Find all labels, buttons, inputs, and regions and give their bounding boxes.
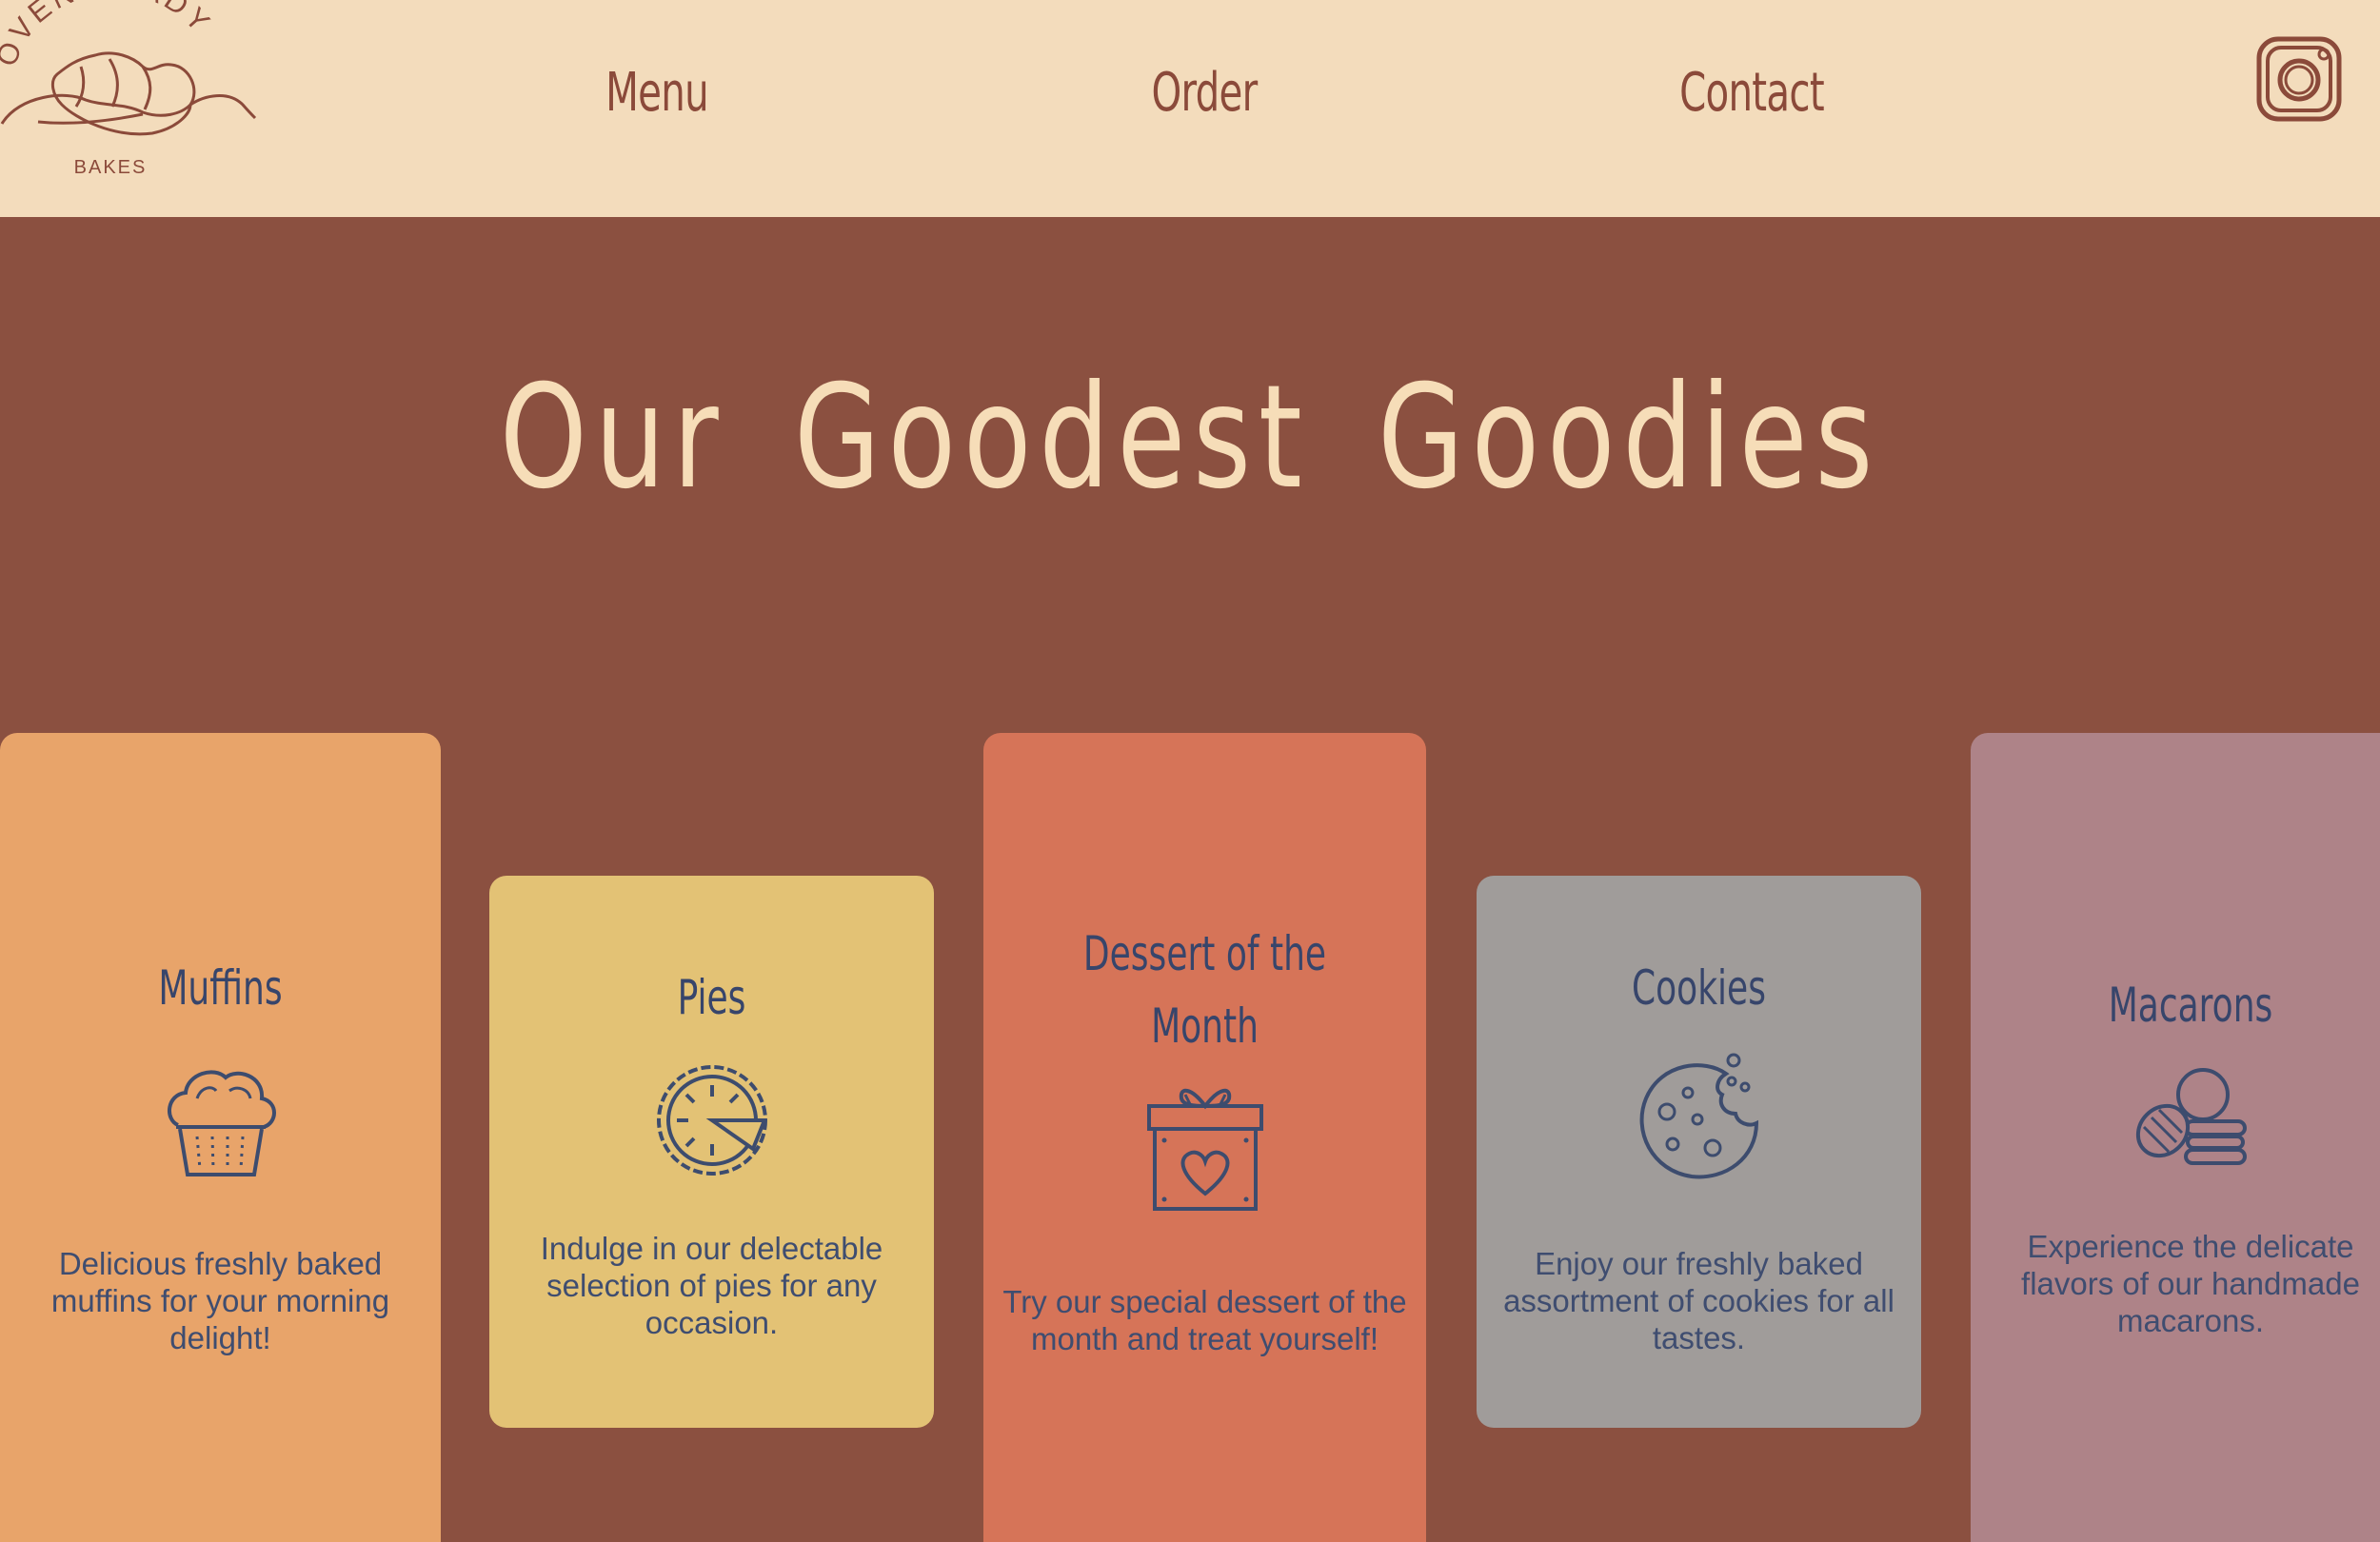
card-description: Try our special dessert of the month and…: [1002, 1284, 1407, 1356]
site-header: OVEN READY BAKES Menu Order Contact: [0, 0, 2380, 217]
macarons-icon: [2131, 1068, 2251, 1173]
card-title: Dessert of the Month: [1082, 926, 1327, 1054]
logo-sub-text: BAKES: [74, 157, 148, 178]
instagram-icon[interactable]: [2256, 36, 2342, 122]
card-cookies[interactable]: Cookies Enjoy our freshly baked assortme…: [1477, 876, 1921, 1428]
nav-order-link[interactable]: Order: [1101, 55, 1307, 131]
brand-logo[interactable]: OVEN READY BAKES: [0, 0, 259, 181]
page-title: Our Goodest Goodies: [499, 355, 1881, 521]
nav-menu-link[interactable]: Menu: [554, 55, 760, 131]
card-title: Pies: [677, 970, 746, 1025]
cookie-icon: [1633, 1053, 1766, 1186]
card-macarons[interactable]: Macarons Experience the delicate flavors…: [1971, 733, 2380, 1542]
gift-heart-icon: [1143, 1081, 1267, 1215]
pie-icon: [650, 1058, 774, 1182]
card-description: Indulge in our delectable selection of p…: [540, 1231, 883, 1340]
card-description: Enjoy our freshly baked assortment of co…: [1503, 1246, 1894, 1355]
card-title: Muffins: [158, 960, 283, 1016]
card-description: Experience the delicate flavors of our h…: [2021, 1229, 2360, 1338]
card-pies[interactable]: Pies Indulge in our delectable selection…: [489, 876, 934, 1428]
card-title: Macarons: [2108, 978, 2273, 1033]
nav-contact-link[interactable]: Contact: [1649, 55, 1854, 131]
card-dessert-of-the-month[interactable]: Dessert of the Month Try our special des…: [983, 733, 1426, 1542]
card-title: Cookies: [1632, 960, 1766, 1016]
card-description: Delicious freshly baked muffins for your…: [50, 1246, 390, 1355]
muffin-icon: [159, 1057, 283, 1180]
card-muffins[interactable]: Muffins Delicious freshly baked muffins …: [0, 733, 441, 1542]
